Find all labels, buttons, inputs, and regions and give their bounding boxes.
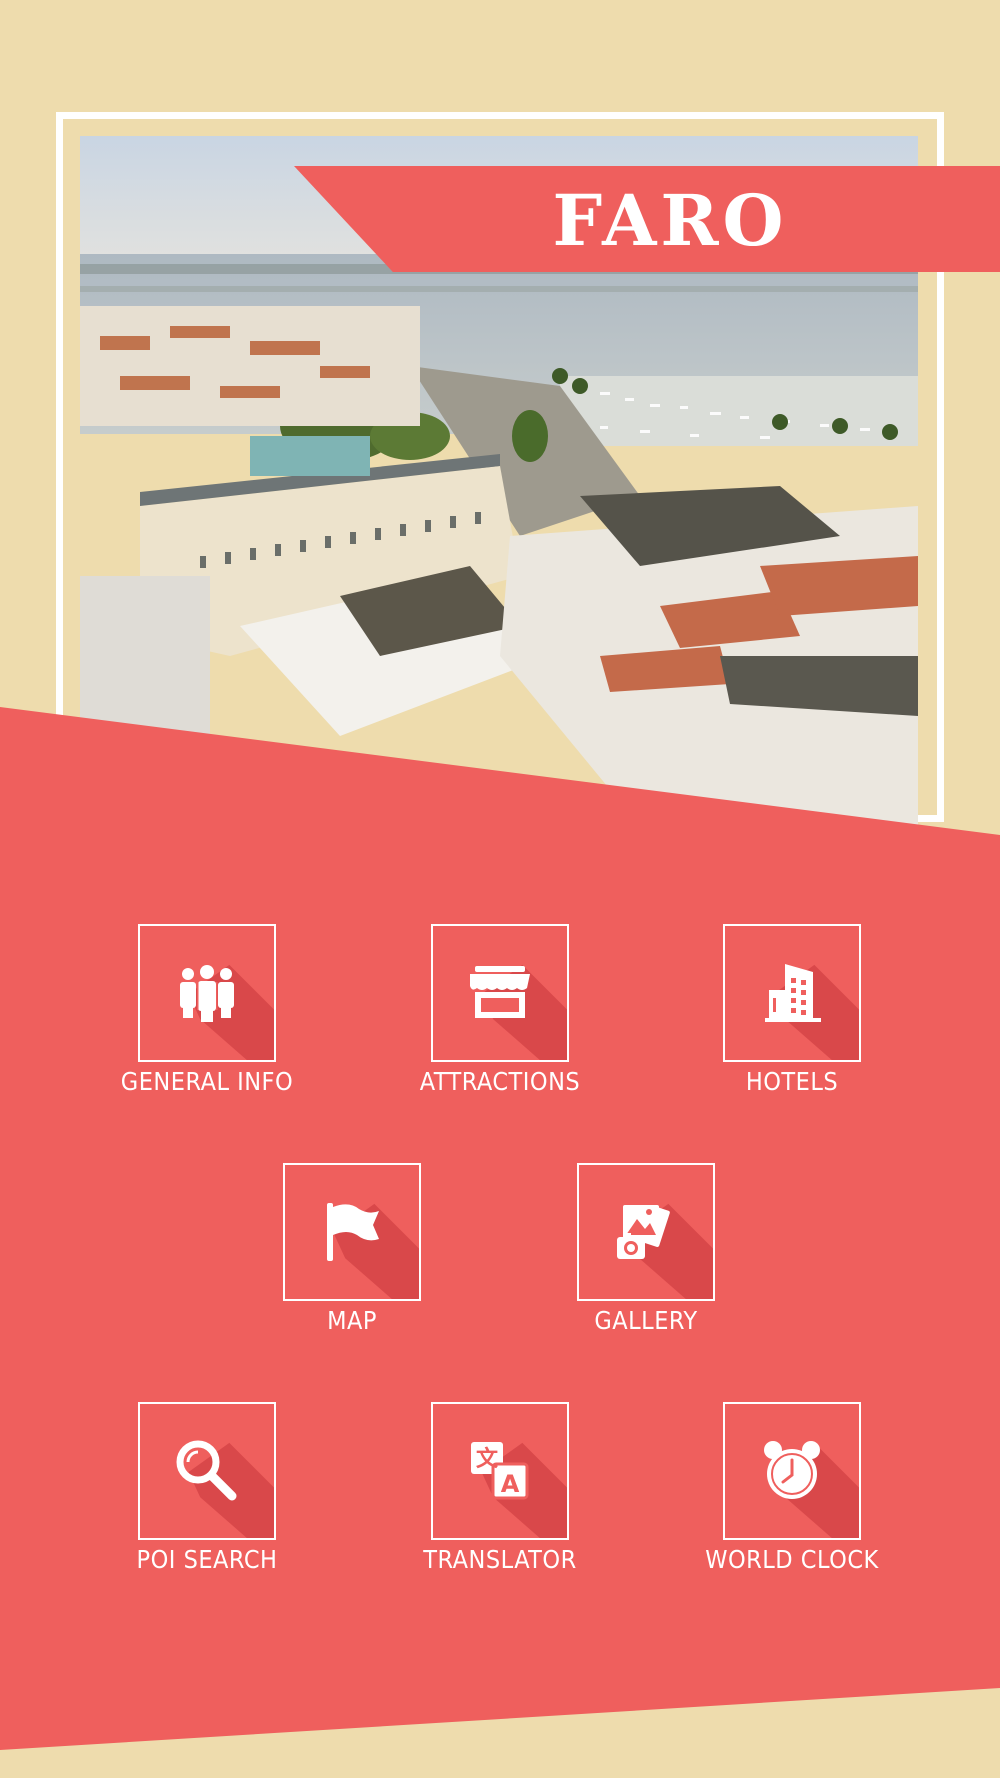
translator-button[interactable]: 文 A bbox=[431, 1402, 569, 1540]
menu-tile-translator[interactable]: 文 A TRANSLATOR bbox=[400, 1402, 600, 1576]
translate-icon: 文 A bbox=[467, 1438, 533, 1504]
menu-tile-gallery[interactable]: GALLERY bbox=[546, 1163, 746, 1337]
menu-tile-world-clock[interactable]: WORLD CLOCK bbox=[692, 1402, 892, 1576]
svg-text:文: 文 bbox=[476, 1446, 499, 1472]
general-info-label: GENERAL INFO bbox=[120, 1067, 294, 1096]
gallery-button[interactable] bbox=[577, 1163, 715, 1301]
menu-tile-map[interactable]: MAP bbox=[252, 1163, 452, 1337]
hotels-label: HOTELS bbox=[745, 1067, 839, 1096]
svg-text:A: A bbox=[501, 1470, 520, 1498]
poi-search-label: POI SEARCH bbox=[136, 1545, 278, 1574]
page-title: FARO bbox=[552, 178, 788, 262]
poi-search-button[interactable] bbox=[138, 1402, 276, 1540]
map-label: MAP bbox=[327, 1306, 377, 1335]
general-info-button[interactable] bbox=[138, 924, 276, 1062]
world-clock-label: WORLD CLOCK bbox=[705, 1545, 879, 1574]
translator-label: TRANSLATOR bbox=[423, 1545, 577, 1574]
menu-tile-general-info[interactable]: GENERAL INFO bbox=[107, 924, 307, 1098]
store-icon bbox=[467, 960, 533, 1026]
map-button[interactable] bbox=[283, 1163, 421, 1301]
menu-tile-poi-search[interactable]: POI SEARCH bbox=[107, 1402, 307, 1576]
photos-icon bbox=[613, 1199, 679, 1265]
search-icon bbox=[174, 1438, 240, 1504]
attractions-button[interactable] bbox=[431, 924, 569, 1062]
building-icon bbox=[759, 960, 825, 1026]
world-clock-button[interactable] bbox=[723, 1402, 861, 1540]
flag-icon bbox=[319, 1199, 385, 1265]
menu-tile-attractions[interactable]: ATTRACTIONS bbox=[400, 924, 600, 1098]
alarm-clock-icon bbox=[759, 1438, 825, 1504]
people-icon bbox=[174, 960, 240, 1026]
gallery-label: GALLERY bbox=[594, 1306, 698, 1335]
hotels-button[interactable] bbox=[723, 924, 861, 1062]
menu-tile-hotels[interactable]: HOTELS bbox=[692, 924, 892, 1098]
attractions-label: ATTRACTIONS bbox=[419, 1067, 581, 1096]
